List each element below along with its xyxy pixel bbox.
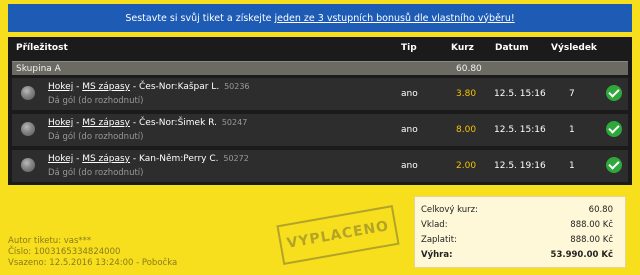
event-name: Kan-Něm:Perry C. [139,154,219,164]
ticket-info: Autor tiketu: vas*** Číslo: 100316533482… [8,236,177,269]
checkmark-icon [606,121,622,137]
checkmark-icon [606,157,622,173]
event-title: Hokej - MS zápasy - Čes-Nor:Šimek R. 502… [48,118,248,128]
result-value: 7 [569,89,575,99]
tip-value: ano [401,161,418,171]
kurz-value: 8.00 [456,125,477,135]
market-name: Dá gól (do rozhodnutí) [48,168,144,178]
tip-value: ano [401,125,418,135]
total-odds-label: Celkový kurz: [421,205,478,215]
win-value: 53.990.00 Kč [550,250,613,260]
tip-value: ano [401,89,418,99]
promo-banner: Sestavte si svůj tiket a získejte jeden … [8,4,632,32]
stake-value: 888.00 Kč [570,220,613,230]
table-row: Hokej - MS zápasy - Kan-Něm:Perry C. 502… [12,150,628,182]
paid-value: 888.00 Kč [570,235,613,245]
result-value: 1 [569,161,575,171]
hockey-puck-icon [21,122,35,136]
table-row: Hokej - MS zápasy - Čes-Nor:Šimek R. 502… [12,114,628,146]
group-name: Skupina A [16,64,61,74]
ticket-placed: Vsazeno: 12.5.2016 13:24:00 - Pobočka [8,258,178,268]
event-name: Čes-Nor:Kašpar L. [139,82,220,92]
header-datum: Datum [495,43,529,53]
summary-box: Celkový kurz: 60.80 Vklad: 888.00 Kč Zap… [414,196,626,268]
header-event: Příležitost [16,43,68,53]
group-row: Skupina A 60.80 [12,61,628,75]
ticket-number: Číslo: 1003165334824000 [8,247,121,257]
banner-bonus-link[interactable]: jeden ze 3 vstupních bonusů dle vlastníh… [275,13,515,24]
stake-label: Vklad: [421,220,448,230]
event-id: 50236 [224,82,250,91]
competition-link[interactable]: MS zápasy [82,154,130,164]
ticket-author: Autor tiketu: vas*** [8,236,92,246]
event-title: Hokej - MS zápasy - Čes-Nor:Kašpar L. 50… [48,82,250,92]
summary-win: Výhra: 53.990.00 Kč [415,248,625,264]
header-vysledek: Výsledek [551,43,597,53]
market-name: Dá gól (do rozhodnutí) [48,132,144,142]
datum-value: 12.5. 19:16 [494,161,546,171]
result-value: 1 [569,125,575,135]
total-odds-value: 60.80 [588,205,613,215]
summary-total-odds: Celkový kurz: 60.80 [415,203,625,219]
datum-value: 12.5. 15:16 [494,125,546,135]
datum-value: 12.5. 15:16 [494,89,546,99]
event-id: 50247 [221,118,248,127]
banner-text: Sestavte si svůj tiket a získejte [125,12,272,24]
kurz-value: 3.80 [456,89,477,99]
paid-stamp: VYPLACENO [276,205,400,265]
kurz-value: 2.00 [456,161,477,171]
competition-link[interactable]: MS zápasy [82,82,130,92]
market-name: Dá gól (do rozhodnutí) [48,96,144,106]
header-tip: Tip [401,43,417,53]
event-id: 50272 [223,154,249,163]
checkmark-icon [606,85,622,101]
win-label: Výhra: [421,250,453,260]
hockey-puck-icon [21,158,35,172]
summary-stake: Vklad: 888.00 Kč [415,218,625,234]
competition-link[interactable]: MS zápasy [82,118,130,128]
group-kurz: 60.80 [456,64,482,74]
sport-link[interactable]: Hokej [48,118,73,128]
table-header: Příležitost Tip Kurz Datum Výsledek [8,37,632,59]
sport-link[interactable]: Hokej [48,82,73,92]
table-row: Hokej - MS zápasy - Čes-Nor:Kašpar L. 50… [12,78,628,110]
paid-label: Zaplatit: [421,235,457,245]
header-kurz: Kurz [451,43,474,53]
event-name: Čes-Nor:Šimek R. [139,118,217,128]
sport-link[interactable]: Hokej [48,154,73,164]
summary-paid: Zaplatit: 888.00 Kč [415,233,625,249]
ticket-table: Příležitost Tip Kurz Datum Výsledek Skup… [8,37,632,185]
hockey-puck-icon [21,86,35,100]
event-title: Hokej - MS zápasy - Kan-Něm:Perry C. 502… [48,154,249,164]
